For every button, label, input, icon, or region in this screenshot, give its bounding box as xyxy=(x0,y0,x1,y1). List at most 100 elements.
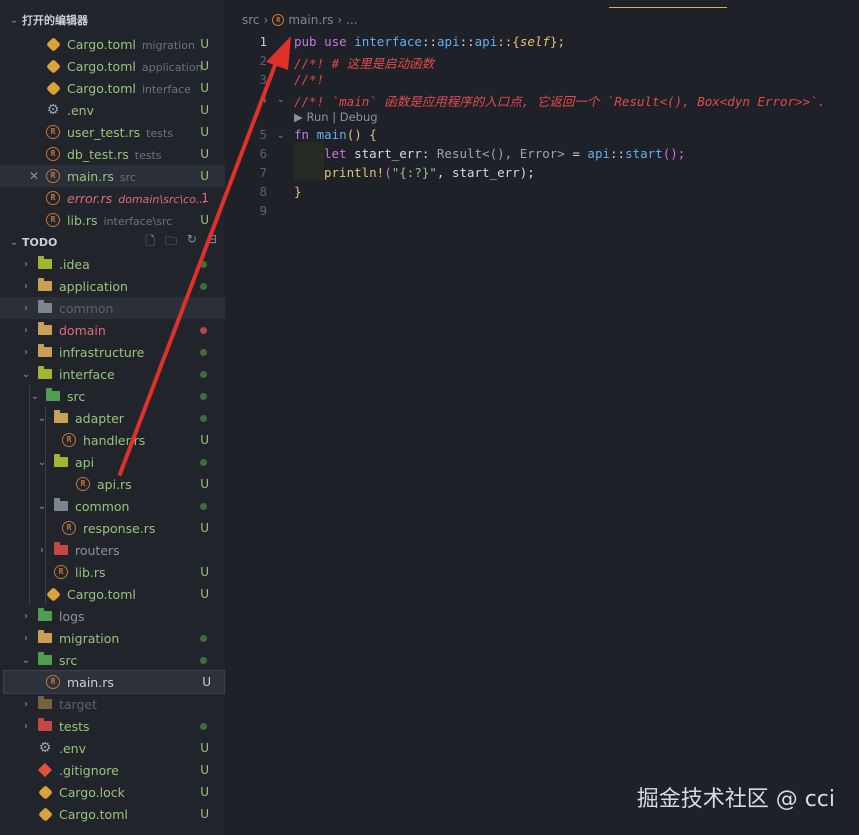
tree-file[interactable]: Cargo.lock U xyxy=(0,781,225,803)
open-editor-item[interactable]: ⚙ .env U xyxy=(0,99,225,121)
file-desc: domain\src\co... xyxy=(118,192,207,206)
breadcrumb-file[interactable]: main.rs xyxy=(288,13,333,27)
tree-folder[interactable]: › .idea xyxy=(0,253,225,275)
tree-file[interactable]: R lib.rs U xyxy=(0,561,225,583)
new-folder-icon[interactable]: 🗀 xyxy=(165,232,177,253)
file-name: user_test.rs xyxy=(67,124,141,140)
cargo-icon xyxy=(37,806,53,822)
fold-chevron-icon[interactable]: ⌄ xyxy=(277,95,285,105)
folder-icon xyxy=(37,278,53,294)
open-editor-item[interactable]: R lib.rs interface\src U xyxy=(0,209,225,231)
indent-highlight xyxy=(294,142,324,180)
folder-icon xyxy=(37,344,53,360)
modified-dot xyxy=(200,414,207,422)
collapse-all-icon[interactable]: ⊟ xyxy=(207,232,217,253)
refresh-icon[interactable]: ↻ xyxy=(187,232,197,253)
file-name: Cargo.toml xyxy=(67,36,136,52)
rust-icon: R xyxy=(61,432,77,448)
tree-label: lib.rs xyxy=(75,564,106,580)
folder-src-icon xyxy=(45,388,61,404)
tree-folder[interactable]: ⌄ src xyxy=(0,649,225,671)
tree-folder[interactable]: › domain xyxy=(0,319,225,341)
breadcrumb-folder[interactable]: src xyxy=(242,13,260,27)
tree-folder[interactable]: ⌄ src xyxy=(0,385,225,407)
explorer-header[interactable]: ⌄ TODO 🗋 🗀 ↻ ⊟ xyxy=(0,231,225,253)
folder-icon xyxy=(53,410,69,426)
tree-folder[interactable]: › common xyxy=(0,297,225,319)
tree-folder[interactable]: › logs xyxy=(0,605,225,627)
tree-label: response.rs xyxy=(83,520,156,536)
tree-file[interactable]: .gitignore U xyxy=(0,759,225,781)
git-status: U xyxy=(200,103,209,117)
line-number: 9 xyxy=(259,203,267,218)
tree-folder[interactable]: ⌄ common xyxy=(0,495,225,517)
tree-folder[interactable]: ⌄ adapter xyxy=(0,407,225,429)
rust-icon: R xyxy=(45,674,61,690)
open-editor-item[interactable]: Cargo.toml interface U xyxy=(0,77,225,99)
tree-folder[interactable]: ⌄ api xyxy=(0,451,225,473)
file-desc: interface\src xyxy=(103,214,173,228)
open-editor-item[interactable]: R user_test.rs tests U xyxy=(0,121,225,143)
open-editor-item[interactable]: R db_test.rs tests U xyxy=(0,143,225,165)
tree-file-selected[interactable]: R main.rs U xyxy=(3,670,225,694)
git-status: U xyxy=(200,807,209,821)
open-editor-item[interactable]: Cargo.toml migration U xyxy=(0,33,225,55)
line-number: 6 xyxy=(259,146,267,161)
git-icon xyxy=(37,762,53,778)
file-desc: src xyxy=(119,170,136,184)
tree-file[interactable]: R response.rs U xyxy=(0,517,225,539)
code-comment: //*! xyxy=(294,72,325,87)
tree-folder[interactable]: › tests xyxy=(0,715,225,737)
fold-chevron-icon[interactable]: ⌄ xyxy=(277,131,285,141)
line-number: 1 xyxy=(259,34,267,49)
folder-idea-icon xyxy=(37,256,53,272)
breadcrumb-symbol[interactable]: ... xyxy=(346,13,357,27)
cargo-icon xyxy=(45,80,61,96)
tree-file[interactable]: Cargo.toml U xyxy=(0,803,225,825)
error-dot xyxy=(200,326,207,334)
cargo-icon xyxy=(37,784,53,800)
chevron-right-icon: › xyxy=(337,13,343,27)
cargo-icon xyxy=(45,58,61,74)
modified-dot xyxy=(200,722,207,730)
punct: :: xyxy=(421,34,438,49)
chevron-right-icon: › xyxy=(24,346,28,358)
tree-file[interactable]: R api.rs U xyxy=(0,473,225,495)
path-segment: api xyxy=(474,34,498,49)
git-status: U xyxy=(200,521,209,535)
file-name: main.rs xyxy=(67,168,114,184)
modified-dot xyxy=(200,260,207,268)
keyword: let xyxy=(324,146,355,161)
line-number: 5 xyxy=(259,127,267,142)
new-file-icon[interactable]: 🗋 xyxy=(145,232,155,253)
tree-folder[interactable]: › routers xyxy=(0,539,225,561)
tree-folder[interactable]: › migration xyxy=(0,627,225,649)
tree-folder[interactable]: › target xyxy=(0,693,225,715)
gear-icon: ⚙ xyxy=(46,102,60,118)
tree-file[interactable]: Cargo.toml U xyxy=(0,583,225,605)
tree-folder[interactable]: ⌄ interface xyxy=(0,363,225,385)
tree-file[interactable]: R handler.rs U xyxy=(0,429,225,451)
tree-folder[interactable]: › infrastructure xyxy=(0,341,225,363)
git-status: U xyxy=(202,675,211,689)
codelens-run-debug[interactable]: ▶ Run | Debug xyxy=(294,110,378,124)
code-line: } xyxy=(294,184,302,199)
chevron-right-icon: › xyxy=(24,632,28,644)
line-number: 4 xyxy=(259,91,267,106)
close-icon[interactable]: ✕ xyxy=(28,169,40,183)
tree-file[interactable]: ⚙ .env U xyxy=(0,737,225,759)
open-editor-item[interactable]: Cargo.toml application U xyxy=(0,55,225,77)
identifier: start_err xyxy=(354,146,422,161)
tree-folder[interactable]: › application xyxy=(0,275,225,297)
tab-indicator xyxy=(609,7,727,8)
open-editors-header[interactable]: ⌄ 打开的编辑器 xyxy=(0,9,225,31)
git-status: U xyxy=(200,147,209,161)
keyword-self: self xyxy=(519,34,550,49)
open-editor-item-active[interactable]: ✕ R main.rs src U xyxy=(0,165,225,187)
open-editor-item[interactable]: R error.rs domain\src\co... 1 xyxy=(0,187,225,209)
tree-label: domain xyxy=(59,322,106,338)
chevron-down-icon: ⌄ xyxy=(9,14,19,26)
code-editor[interactable]: src › R main.rs › ... 1 2 3 4 5 6 7 8 9 … xyxy=(225,0,859,835)
chevron-down-icon: ⌄ xyxy=(21,654,31,666)
git-status: U xyxy=(200,741,209,755)
